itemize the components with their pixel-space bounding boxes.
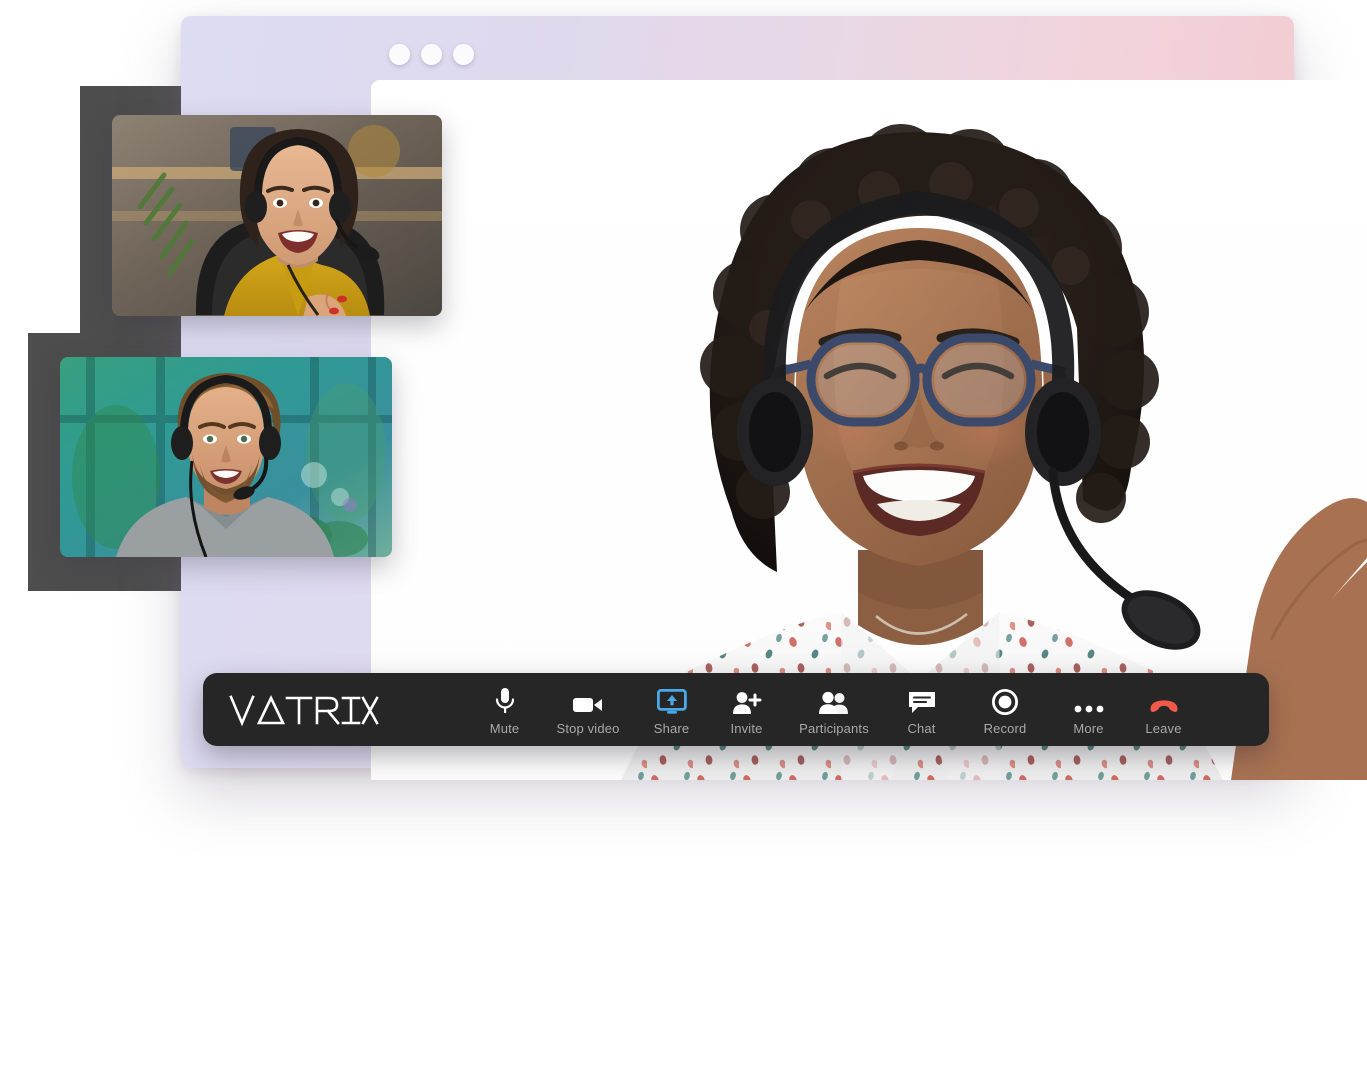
toolbar-actions: Mute Stop video Share Invite Participant…: [465, 673, 1269, 746]
person-add-icon: [732, 685, 762, 715]
video-camera-icon: [573, 685, 603, 715]
leave-button[interactable]: Leave: [1126, 673, 1201, 746]
stop-video-button[interactable]: Stop video: [542, 673, 634, 746]
mute-label: Mute: [489, 720, 520, 736]
people-icon: [818, 685, 850, 715]
participants-button[interactable]: Participants: [784, 673, 884, 746]
screen-share-icon: [656, 685, 687, 715]
record-label: Record: [983, 720, 1027, 736]
invite-button[interactable]: Invite: [709, 673, 784, 746]
hang-up-icon: [1148, 685, 1180, 715]
chat-bubble-icon: [908, 685, 936, 715]
stop-video-label: Stop video: [556, 720, 620, 736]
window-close-button[interactable]: [389, 44, 410, 65]
ellipsis-icon: [1074, 685, 1104, 715]
more-label: More: [1073, 720, 1104, 736]
brand-logo: [203, 673, 465, 746]
record-button[interactable]: Record: [959, 673, 1051, 746]
share-button[interactable]: Share: [634, 673, 709, 746]
microphone-icon: [494, 685, 516, 715]
share-label: Share: [653, 720, 690, 736]
more-button[interactable]: More: [1051, 673, 1126, 746]
leave-label: Leave: [1145, 720, 1182, 736]
chat-label: Chat: [907, 720, 936, 736]
window-maximize-button[interactable]: [453, 44, 474, 65]
participant-thumbnail-1[interactable]: [112, 115, 442, 316]
participant-thumbnail-2[interactable]: [60, 357, 392, 557]
screenshot-stage: Mute Stop video Share Invite Participant…: [0, 0, 1367, 1092]
invite-label: Invite: [730, 720, 763, 736]
window-titlebar: [181, 16, 1294, 65]
record-circle-icon: [992, 685, 1018, 715]
window-minimize-button[interactable]: [421, 44, 442, 65]
meeting-toolbar: Mute Stop video Share Invite Participant…: [203, 673, 1269, 746]
mute-button[interactable]: Mute: [467, 673, 542, 746]
chat-button[interactable]: Chat: [884, 673, 959, 746]
participants-label: Participants: [799, 720, 869, 736]
vatrix-logo-icon: [229, 694, 379, 726]
